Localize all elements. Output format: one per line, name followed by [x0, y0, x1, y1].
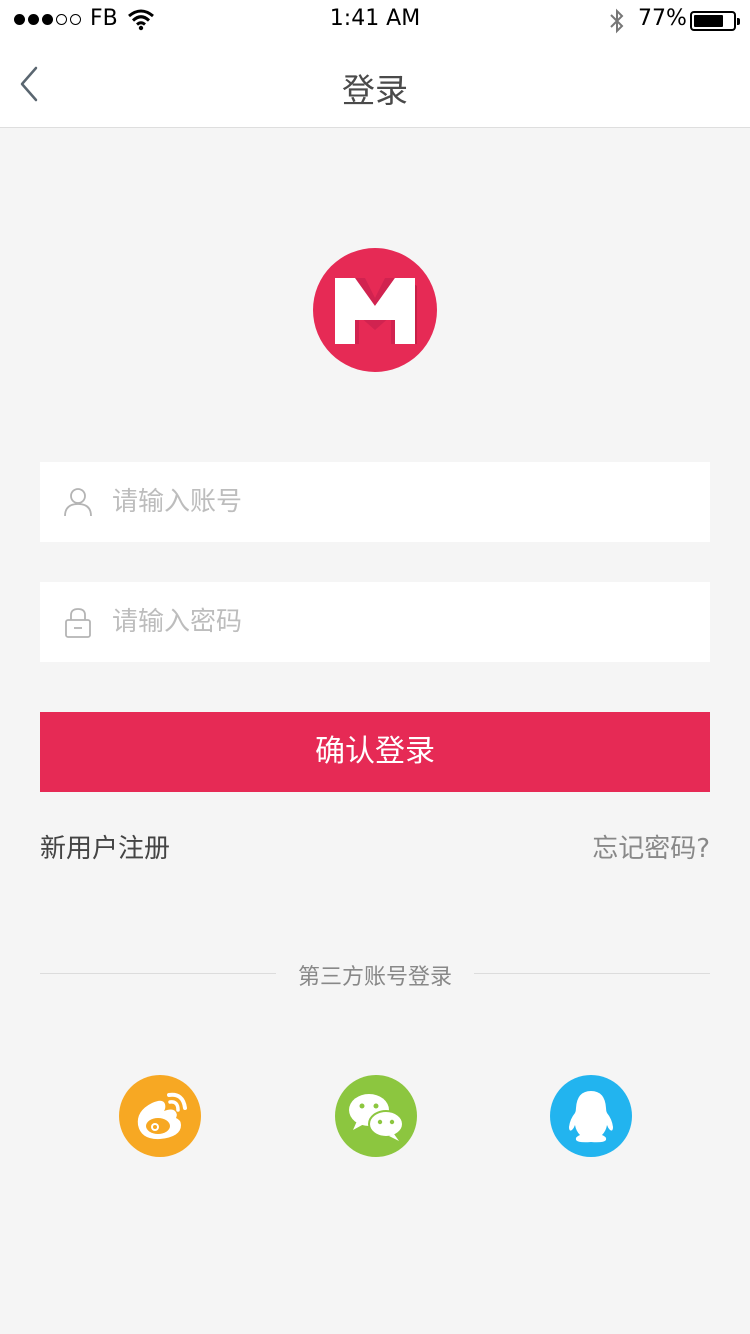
lock-icon — [65, 608, 91, 638]
bluetooth-icon — [608, 8, 626, 38]
status-bar: FB 1:41 AM 77% — [0, 0, 750, 40]
weibo-icon — [137, 1092, 187, 1140]
password-field[interactable] — [40, 582, 710, 662]
battery-icon — [690, 11, 740, 31]
qq-login-button[interactable] — [550, 1075, 632, 1157]
navigation-bar: 登录 — [0, 40, 750, 128]
wechat-icon — [349, 1094, 404, 1141]
page-title: 登录 — [342, 71, 408, 110]
third-party-login-title: 第三方账号登录 — [297, 965, 452, 990]
battery-percent: 77% — [638, 6, 687, 31]
register-link[interactable]: 新用户注册 — [40, 828, 170, 865]
qq-icon — [569, 1091, 613, 1143]
login-button[interactable]: 确认登录 — [40, 712, 710, 792]
account-field[interactable] — [40, 462, 710, 542]
forgot-password-link[interactable]: 忘记密码? — [592, 828, 710, 865]
user-icon — [64, 488, 92, 517]
wechat-login-button[interactable] — [335, 1075, 417, 1157]
divider-right — [474, 973, 710, 974]
account-input[interactable] — [112, 462, 692, 542]
app-logo — [313, 248, 437, 372]
weibo-login-button[interactable] — [119, 1075, 201, 1157]
password-input[interactable] — [112, 582, 692, 662]
